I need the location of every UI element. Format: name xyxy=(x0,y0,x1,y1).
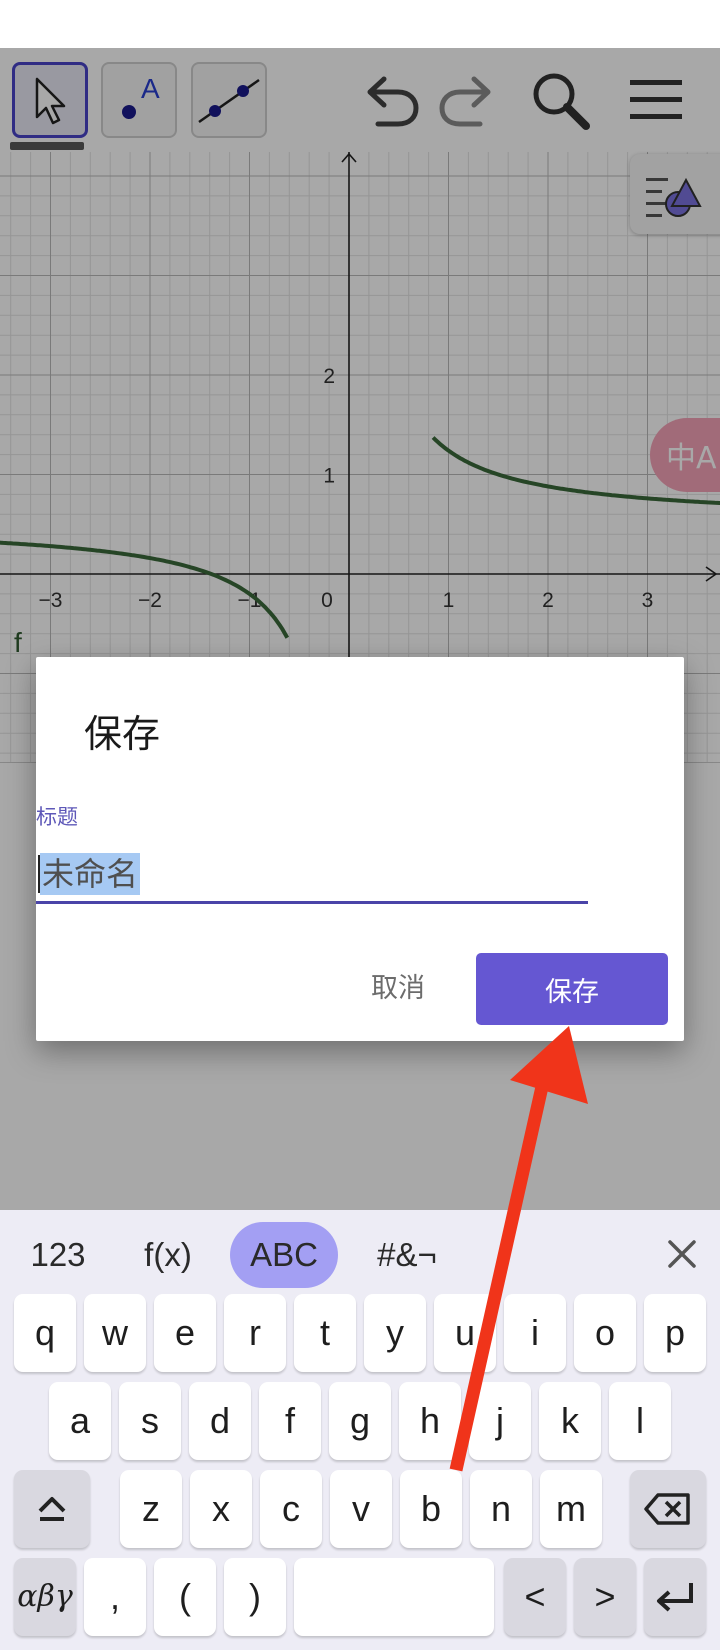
backspace-key[interactable] xyxy=(630,1470,706,1548)
key-r[interactable]: r xyxy=(224,1294,286,1372)
save-button[interactable]: 保存 xyxy=(476,953,668,1025)
shift-key[interactable] xyxy=(14,1470,90,1548)
key-y[interactable]: y xyxy=(364,1294,426,1372)
key-j[interactable]: j xyxy=(469,1382,531,1460)
open-paren-key[interactable]: ( xyxy=(154,1558,216,1636)
greek-letters-key[interactable]: αβγ xyxy=(14,1558,76,1636)
key-i[interactable]: i xyxy=(504,1294,566,1372)
dialog-title: 保存 xyxy=(84,714,161,756)
key-g[interactable]: g xyxy=(329,1382,391,1460)
key-f[interactable]: f xyxy=(259,1382,321,1460)
enter-key[interactable] xyxy=(644,1558,706,1636)
key-k[interactable]: k xyxy=(539,1382,601,1460)
title-input-value[interactable]: 未命名 xyxy=(40,853,141,895)
key-w[interactable]: w xyxy=(84,1294,146,1372)
keyboard-tab-fx[interactable]: f(x) xyxy=(128,1222,208,1288)
key-z[interactable]: z xyxy=(120,1470,182,1548)
key-e[interactable]: e xyxy=(154,1294,216,1372)
keyboard-tab-symbols[interactable]: #&¬ xyxy=(362,1222,452,1288)
key-m[interactable]: m xyxy=(540,1470,602,1548)
cancel-button[interactable]: 取消 xyxy=(338,953,458,1017)
keyboard-close-button[interactable] xyxy=(660,1232,704,1276)
key-u[interactable]: u xyxy=(434,1294,496,1372)
key-v[interactable]: v xyxy=(330,1470,392,1548)
comma-key[interactable]: , xyxy=(84,1558,146,1636)
key-o[interactable]: o xyxy=(574,1294,636,1372)
key-q[interactable]: q xyxy=(14,1294,76,1372)
key-p[interactable]: p xyxy=(644,1294,706,1372)
close-icon xyxy=(668,1240,696,1268)
key-t[interactable]: t xyxy=(294,1294,356,1372)
save-dialog: 保存 标题 未命名 取消 保存 xyxy=(36,657,684,1041)
key-c[interactable]: c xyxy=(260,1470,322,1548)
keyboard-tab-123[interactable]: 123 xyxy=(18,1222,98,1288)
cursor-left-key[interactable]: < xyxy=(504,1558,566,1636)
virtual-keyboard: 123 f(x) ABC #&¬ αβγ , ( ) < > qwertyuio xyxy=(0,1210,720,1650)
shift-icon xyxy=(38,1497,66,1521)
title-field-label: 标题 xyxy=(36,806,78,829)
text-caret xyxy=(38,855,40,893)
key-l[interactable]: l xyxy=(609,1382,671,1460)
key-n[interactable]: n xyxy=(470,1470,532,1548)
key-a[interactable]: a xyxy=(49,1382,111,1460)
close-paren-key[interactable]: ) xyxy=(224,1558,286,1636)
backspace-icon xyxy=(644,1493,690,1525)
keyboard-tab-abc[interactable]: ABC xyxy=(230,1222,338,1288)
key-h[interactable]: h xyxy=(399,1382,461,1460)
key-d[interactable]: d xyxy=(189,1382,251,1460)
key-b[interactable]: b xyxy=(400,1470,462,1548)
key-x[interactable]: x xyxy=(190,1470,252,1548)
status-bar xyxy=(0,0,720,48)
space-key[interactable] xyxy=(294,1558,494,1636)
key-s[interactable]: s xyxy=(119,1382,181,1460)
cursor-right-key[interactable]: > xyxy=(574,1558,636,1636)
enter-icon xyxy=(657,1583,693,1612)
